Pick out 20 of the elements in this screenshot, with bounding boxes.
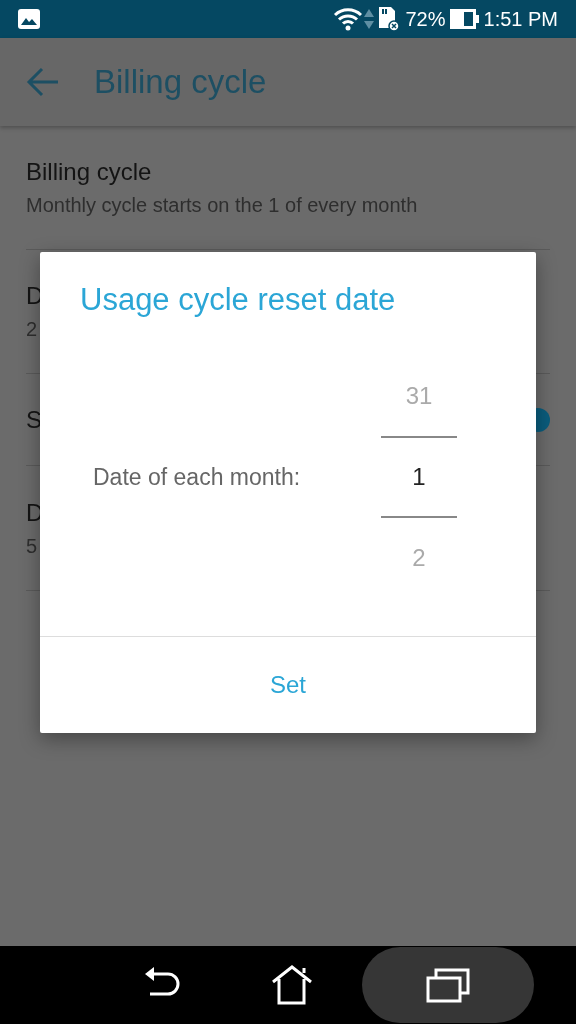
setting-title: Billing cycle — [26, 158, 152, 186]
clock-time: 1:51 PM — [483, 7, 558, 31]
picker-value[interactable]: 31 — [381, 356, 457, 436]
picker-value[interactable]: 1 — [381, 436, 457, 518]
dialog-title: Usage cycle reset date — [80, 282, 397, 318]
screen-title: Billing cycle — [94, 63, 267, 101]
battery-percent: 72% — [405, 7, 446, 31]
wifi-icon — [333, 7, 364, 31]
setting-summary: 2 — [26, 318, 38, 341]
picker-value[interactable]: 2 — [381, 518, 457, 598]
image-icon — [18, 9, 40, 29]
setting-title: S — [26, 405, 42, 434]
set-button[interactable]: Set — [250, 661, 326, 709]
setting-summary: Monthly cycle starts on the 1 of every month — [26, 194, 418, 217]
picker-label: Date of each month: — [93, 463, 302, 491]
home-icon[interactable] — [271, 965, 313, 1005]
battery-icon — [449, 8, 480, 30]
data-arrows-icon — [363, 7, 376, 31]
recent-apps-icon[interactable] — [426, 967, 470, 1003]
setting-summary: 5 — [26, 534, 38, 558]
